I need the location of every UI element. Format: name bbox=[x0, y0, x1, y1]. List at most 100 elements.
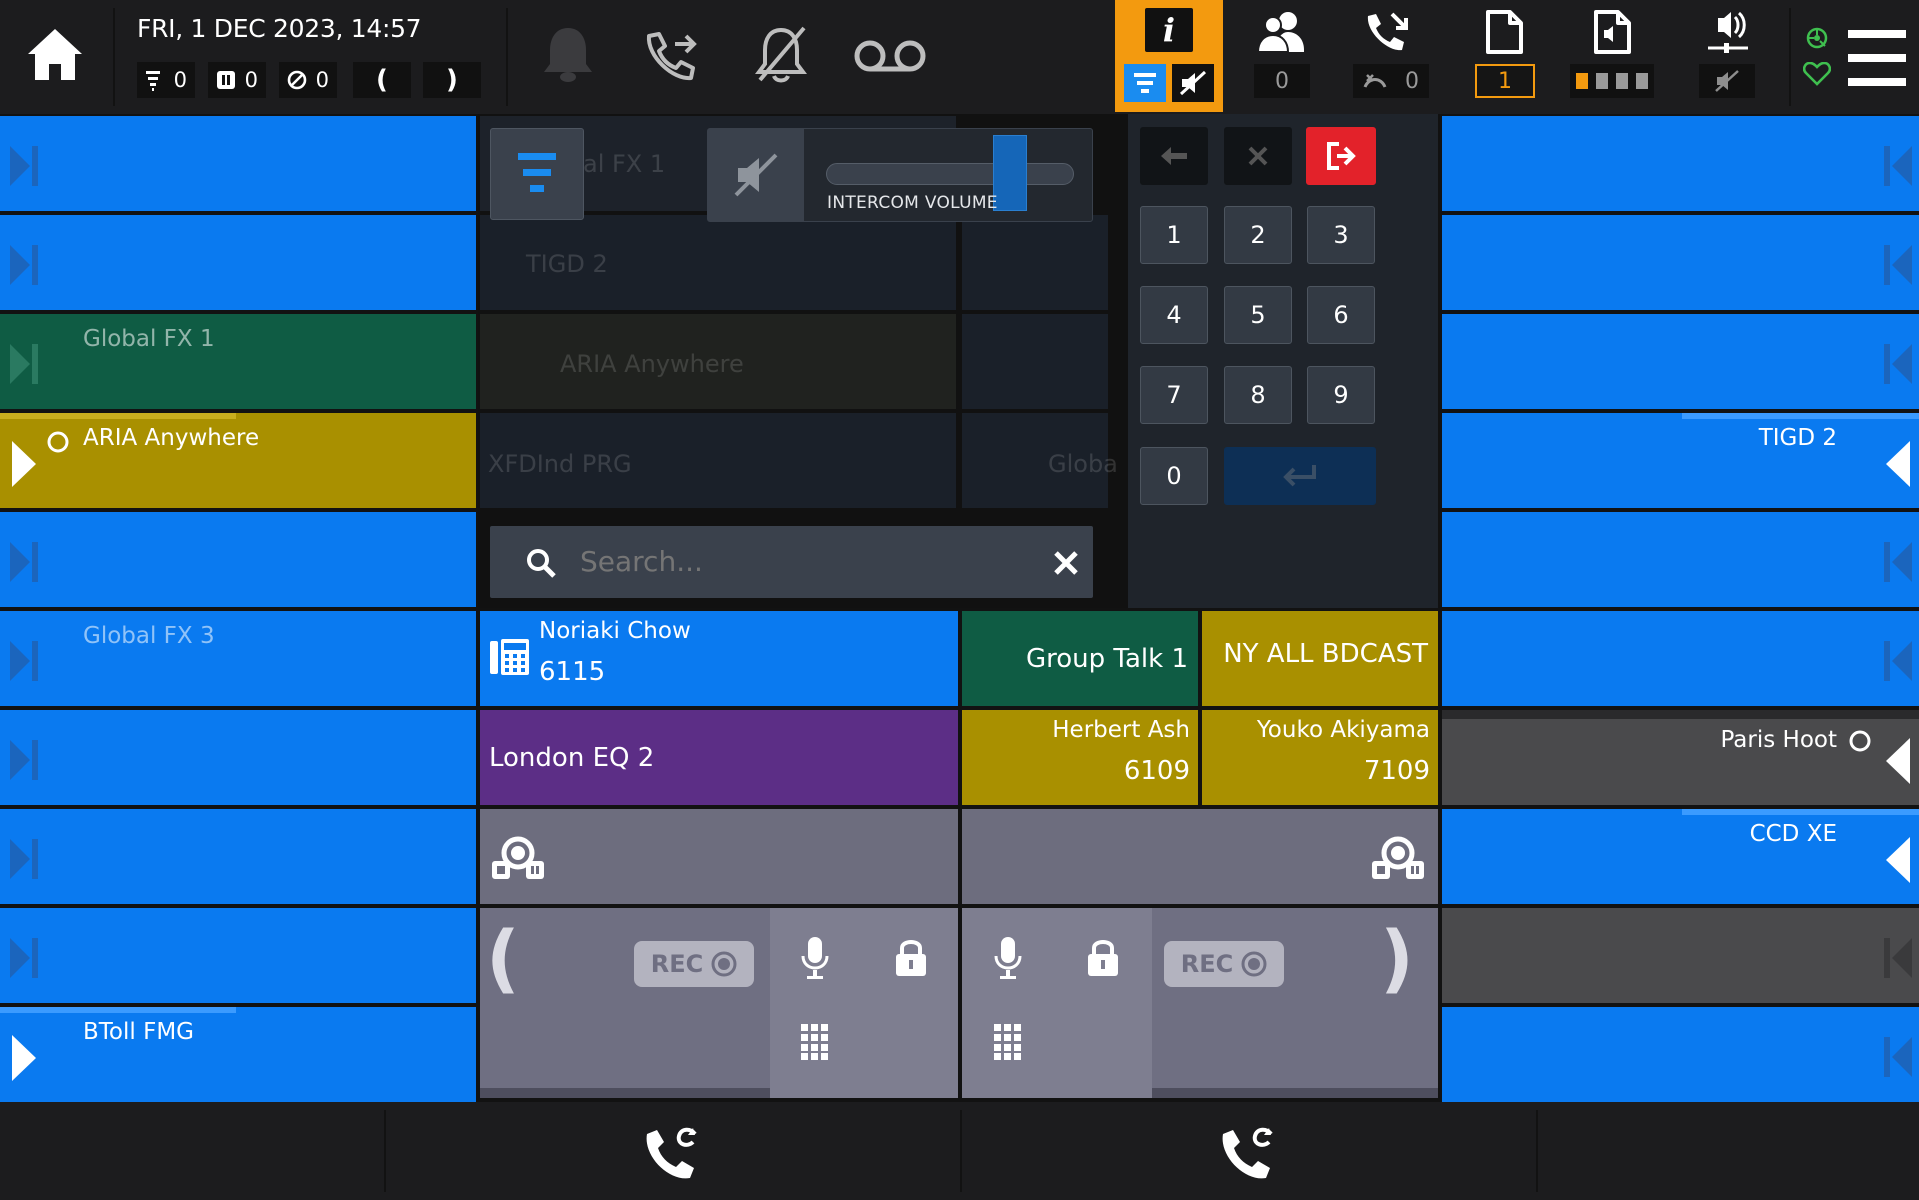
digit-key-8[interactable]: 8 bbox=[1224, 366, 1292, 424]
exit-key[interactable] bbox=[1306, 127, 1376, 185]
left-key-btoll-fmg[interactable]: BToll FMG bbox=[0, 1007, 476, 1102]
left-handset-indicator[interactable]: ( bbox=[353, 62, 411, 98]
ghost-label: XFDInd PRG bbox=[488, 450, 632, 478]
left-key-5[interactable] bbox=[0, 512, 476, 607]
digit-key-3[interactable]: 3 bbox=[1307, 206, 1375, 264]
bottom-bar bbox=[0, 1102, 1919, 1200]
keypad-icon[interactable] bbox=[994, 1024, 1022, 1060]
digit-key-6[interactable]: 6 bbox=[1307, 286, 1375, 344]
info-panel[interactable]: i bbox=[1115, 0, 1223, 112]
call-transfer-icon[interactable] bbox=[1364, 10, 1414, 54]
ghost-row bbox=[962, 314, 1108, 409]
search-input[interactable] bbox=[578, 540, 998, 582]
right-key-2[interactable] bbox=[1442, 215, 1919, 310]
digit-key-1[interactable]: 1 bbox=[1140, 206, 1208, 264]
right-key-ccd-xe[interactable]: CCD XE bbox=[1442, 809, 1919, 904]
queue-counter[interactable]: 0 bbox=[137, 62, 195, 98]
intercom-volume-panel: INTERCOM VOLUME bbox=[707, 128, 1093, 222]
handset-status-strip bbox=[1152, 1088, 1438, 1098]
speaker-muted-icon bbox=[734, 153, 778, 197]
right-handset-headset-bar[interactable] bbox=[962, 809, 1438, 904]
speaker-mute-indicator[interactable] bbox=[1699, 64, 1755, 98]
backspace-key[interactable] bbox=[1140, 127, 1208, 185]
key-herbert-ash[interactable]: Herbert Ash 6109 bbox=[962, 710, 1198, 805]
left-key-8[interactable] bbox=[0, 809, 476, 904]
key-group-talk-1[interactable]: Group Talk 1 bbox=[962, 611, 1198, 706]
filter-icon bbox=[518, 153, 556, 192]
menu-icon[interactable] bbox=[1848, 30, 1906, 86]
key-london-eq-2[interactable]: London EQ 2 bbox=[480, 710, 958, 805]
lock-icon[interactable] bbox=[1086, 936, 1120, 978]
intercom-mute-toggle[interactable] bbox=[1172, 64, 1214, 102]
right-handset-indicator[interactable]: ) bbox=[423, 62, 481, 98]
users-icon[interactable] bbox=[1256, 10, 1306, 54]
clear-key[interactable] bbox=[1224, 127, 1292, 185]
speaker-volume-icon[interactable] bbox=[1704, 8, 1752, 54]
enter-key[interactable] bbox=[1224, 447, 1376, 505]
key-noriaki-chow[interactable]: Noriaki Chow 6115 bbox=[480, 611, 958, 706]
left-redial-icon[interactable] bbox=[643, 1124, 701, 1182]
home-icon[interactable] bbox=[26, 26, 84, 82]
contact-name: Youko Akiyama bbox=[1256, 717, 1430, 743]
left-key-aria-anywhere[interactable]: ARIA Anywhere bbox=[0, 413, 476, 508]
left-handset-panel: ( REC bbox=[480, 908, 958, 1098]
right-key-10[interactable] bbox=[1442, 1007, 1919, 1102]
filter-toggle[interactable] bbox=[1124, 64, 1166, 102]
digit-key-7[interactable]: 7 bbox=[1140, 366, 1208, 424]
right-key-3[interactable] bbox=[1442, 314, 1919, 409]
intercom-volume-label: INTERCOM VOLUME bbox=[827, 193, 998, 213]
intercom-volume-track[interactable] bbox=[826, 163, 1074, 185]
lock-icon[interactable] bbox=[894, 936, 928, 978]
microphone-icon[interactable] bbox=[800, 936, 830, 980]
play-right-icon bbox=[12, 1035, 36, 1081]
record-button[interactable]: REC bbox=[634, 941, 754, 987]
left-key-global-fx-1[interactable]: Global FX 1 bbox=[0, 314, 476, 409]
play-left-icon bbox=[1886, 738, 1910, 784]
page-badge[interactable]: 1 bbox=[1475, 64, 1535, 98]
key-label: TIGD 2 bbox=[1758, 425, 1837, 451]
blocked-counter[interactable]: 0 bbox=[279, 62, 337, 98]
left-key-global-fx-3[interactable]: Global FX 3 bbox=[0, 611, 476, 706]
record-button[interactable]: REC bbox=[1164, 941, 1284, 987]
handset-status-strip bbox=[480, 1088, 770, 1098]
left-key-7[interactable] bbox=[0, 710, 476, 805]
skip-next-icon bbox=[10, 641, 38, 681]
search-bar[interactable] bbox=[490, 526, 1093, 598]
digit-key-5[interactable]: 5 bbox=[1224, 286, 1292, 344]
microphone-icon[interactable] bbox=[993, 936, 1023, 980]
active-line bbox=[1682, 413, 1919, 419]
left-handset-headset-bar[interactable] bbox=[480, 809, 958, 904]
right-key-tigd-2[interactable]: TIGD 2 bbox=[1442, 413, 1919, 508]
right-key-paris-hoot[interactable]: Paris Hoot bbox=[1442, 710, 1919, 805]
digit-key-2[interactable]: 2 bbox=[1224, 206, 1292, 264]
voicemail-icon[interactable] bbox=[853, 36, 927, 76]
left-key-9[interactable] bbox=[0, 908, 476, 1003]
call-forward-icon[interactable] bbox=[643, 28, 701, 84]
hold-counter[interactable]: 0 bbox=[208, 62, 266, 98]
intercom-mute-button[interactable] bbox=[708, 129, 804, 221]
audio-page-icon[interactable] bbox=[1592, 10, 1632, 54]
right-key-6[interactable] bbox=[1442, 611, 1919, 706]
intercom-volume-thumb[interactable] bbox=[992, 135, 1027, 211]
digit-key-0[interactable]: 0 bbox=[1140, 447, 1208, 505]
bell-muted-icon[interactable] bbox=[752, 24, 810, 86]
active-line bbox=[1442, 710, 1919, 719]
bell-icon[interactable] bbox=[538, 24, 598, 86]
filter-button[interactable] bbox=[490, 128, 584, 220]
digit-key-4[interactable]: 4 bbox=[1140, 286, 1208, 344]
keypad-icon[interactable] bbox=[801, 1024, 829, 1060]
right-key-9[interactable] bbox=[1442, 908, 1919, 1003]
contact-extension: 7109 bbox=[1363, 756, 1430, 786]
clear-search-icon[interactable] bbox=[1053, 550, 1079, 576]
page-icon[interactable] bbox=[1484, 10, 1524, 54]
skip-next-icon bbox=[10, 344, 38, 384]
right-key-1[interactable] bbox=[1442, 116, 1919, 211]
key-ny-all-bdcast[interactable]: NY ALL BDCAST bbox=[1202, 611, 1438, 706]
right-key-5[interactable] bbox=[1442, 512, 1919, 607]
right-redial-icon[interactable] bbox=[1219, 1124, 1277, 1182]
digit-key-9[interactable]: 9 bbox=[1307, 366, 1375, 424]
left-key-1[interactable] bbox=[0, 116, 476, 211]
left-key-2[interactable] bbox=[0, 215, 476, 310]
info-icon[interactable]: i bbox=[1145, 8, 1193, 52]
key-youko-akiyama[interactable]: Youko Akiyama 7109 bbox=[1202, 710, 1438, 805]
